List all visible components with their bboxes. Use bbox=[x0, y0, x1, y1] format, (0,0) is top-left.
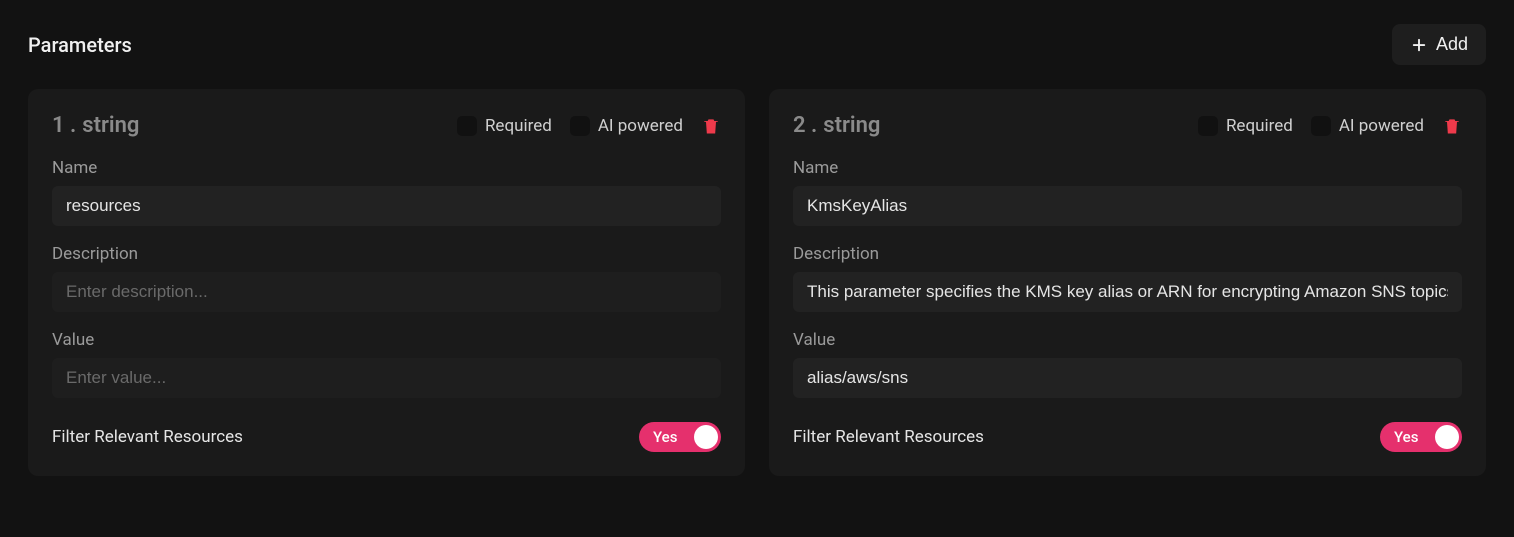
ai-powered-group: AI powered bbox=[1311, 116, 1424, 136]
description-label: Description bbox=[793, 244, 1462, 264]
required-label: Required bbox=[1226, 116, 1293, 136]
card-title: 1 . string bbox=[52, 113, 139, 138]
filter-row: Filter Relevant Resources Yes bbox=[52, 422, 721, 452]
filter-toggle[interactable]: Yes bbox=[639, 422, 721, 452]
ai-powered-label: AI powered bbox=[1339, 116, 1424, 136]
card-header-controls: Required AI powered bbox=[457, 116, 721, 136]
add-button-label: Add bbox=[1436, 34, 1468, 55]
description-input[interactable] bbox=[52, 272, 721, 312]
description-label: Description bbox=[52, 244, 721, 264]
ai-powered-group: AI powered bbox=[570, 116, 683, 136]
toggle-text: Yes bbox=[1394, 428, 1418, 446]
name-label: Name bbox=[793, 158, 1462, 178]
plus-icon bbox=[1410, 36, 1428, 54]
ai-powered-checkbox[interactable] bbox=[570, 116, 590, 136]
parameter-cards: 1 . string Required AI powered Name Desc… bbox=[28, 89, 1486, 476]
filter-label: Filter Relevant Resources bbox=[52, 427, 243, 447]
name-input[interactable] bbox=[793, 186, 1462, 226]
parameter-card: 2 . string Required AI powered Name Desc… bbox=[769, 89, 1486, 476]
value-label: Value bbox=[793, 330, 1462, 350]
required-label: Required bbox=[485, 116, 552, 136]
toggle-knob bbox=[1435, 425, 1459, 449]
required-group: Required bbox=[1198, 116, 1293, 136]
required-group: Required bbox=[457, 116, 552, 136]
description-input[interactable] bbox=[793, 272, 1462, 312]
toggle-knob bbox=[694, 425, 718, 449]
ai-powered-label: AI powered bbox=[598, 116, 683, 136]
add-button[interactable]: Add bbox=[1392, 24, 1486, 65]
filter-row: Filter Relevant Resources Yes bbox=[793, 422, 1462, 452]
required-checkbox[interactable] bbox=[457, 116, 477, 136]
parameter-card: 1 . string Required AI powered Name Desc… bbox=[28, 89, 745, 476]
trash-icon[interactable] bbox=[1442, 116, 1462, 136]
filter-label: Filter Relevant Resources bbox=[793, 427, 984, 447]
card-header-controls: Required AI powered bbox=[1198, 116, 1462, 136]
value-input[interactable] bbox=[52, 358, 721, 398]
toggle-text: Yes bbox=[653, 428, 677, 446]
card-type: string bbox=[823, 113, 880, 138]
section-header: Parameters Add bbox=[28, 24, 1486, 65]
card-type: string bbox=[82, 113, 139, 138]
name-input[interactable] bbox=[52, 186, 721, 226]
name-label: Name bbox=[52, 158, 721, 178]
card-index: 1 . bbox=[52, 113, 76, 138]
section-title: Parameters bbox=[28, 33, 132, 57]
card-index: 2 . bbox=[793, 113, 817, 138]
card-header: 1 . string Required AI powered bbox=[52, 113, 721, 138]
value-input[interactable] bbox=[793, 358, 1462, 398]
required-checkbox[interactable] bbox=[1198, 116, 1218, 136]
trash-icon[interactable] bbox=[701, 116, 721, 136]
card-header: 2 . string Required AI powered bbox=[793, 113, 1462, 138]
card-title: 2 . string bbox=[793, 113, 880, 138]
filter-toggle[interactable]: Yes bbox=[1380, 422, 1462, 452]
value-label: Value bbox=[52, 330, 721, 350]
ai-powered-checkbox[interactable] bbox=[1311, 116, 1331, 136]
